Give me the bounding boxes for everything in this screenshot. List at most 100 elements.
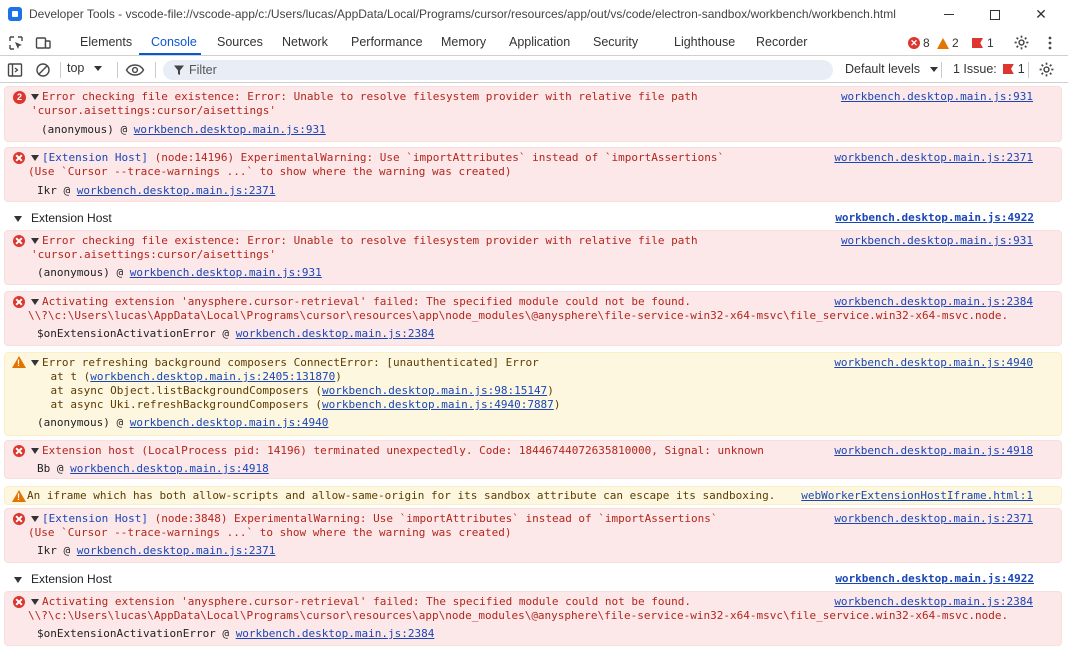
message-text: Activating extension 'anysphere.cursor-r… — [31, 595, 691, 609]
console-warning-message[interactable]: Error refreshing background composers Co… — [4, 352, 1062, 436]
message-text: An iframe which has both allow-scripts a… — [27, 489, 776, 502]
gear-icon[interactable] — [1013, 34, 1030, 51]
stack-frame: Bb @ workbench.desktop.main.js:4918 — [37, 462, 269, 475]
issue-flag-icon — [1002, 64, 1014, 74]
warning-counter[interactable]: 2 — [937, 36, 959, 50]
stack-frame-link[interactable]: workbench.desktop.main.js:2371 — [77, 544, 276, 557]
expand-caret-icon[interactable] — [31, 94, 39, 100]
toolbar-divider — [117, 62, 118, 78]
console-error-message[interactable]: [Extension Host] (node:14196) Experiment… — [4, 147, 1062, 202]
stack-frame-link[interactable]: workbench.desktop.main.js:4940 — [130, 416, 329, 429]
more-icon[interactable] — [1042, 35, 1058, 51]
toolbar-divider — [941, 62, 942, 78]
source-link[interactable]: workbench.desktop.main.js:931 — [841, 90, 1033, 104]
source-link[interactable]: workbench.desktop.main.js:931 — [841, 234, 1033, 248]
log-levels-dropdown[interactable]: Default levels — [845, 62, 938, 76]
sidebar-icon[interactable] — [7, 62, 23, 78]
filter-icon — [174, 65, 184, 75]
tab-memory[interactable]: Memory — [441, 29, 486, 56]
console-error-message[interactable]: 2 Error checking file existence: Error: … — [4, 86, 1062, 142]
chevron-down-icon — [929, 67, 938, 73]
source-link[interactable]: webWorkerExtensionHostIframe.html:1 — [801, 489, 1033, 503]
stack-line: at async Uki.refreshBackgroundComposers … — [24, 398, 561, 411]
tab-security[interactable]: Security — [593, 29, 638, 56]
stack-frame: (anonymous) @ workbench.desktop.main.js:… — [41, 123, 326, 136]
source-link[interactable]: workbench.desktop.main.js:2384 — [834, 295, 1033, 309]
tab-console[interactable]: Console — [151, 29, 197, 56]
expand-caret-icon[interactable] — [31, 360, 39, 366]
message-text: Extension host (LocalProcess pid: 14196)… — [31, 444, 764, 458]
window-title: Developer Tools - vscode-file://vscode-a… — [29, 7, 896, 21]
message-text-continued: 'cursor.aisettings:cursor/aisettings' — [31, 104, 277, 117]
tab-network[interactable]: Network — [282, 29, 328, 56]
expand-caret-icon[interactable] — [14, 577, 22, 583]
console-group-header[interactable]: Extension Host workbench.desktop.main.js… — [0, 208, 1068, 228]
issues-button[interactable]: 1 Issue: 1 — [953, 62, 1025, 76]
source-link[interactable]: workbench.desktop.main.js:2384 — [834, 595, 1033, 609]
filter-field[interactable] — [163, 60, 833, 80]
expand-caret-icon[interactable] — [31, 155, 39, 161]
tab-sources[interactable]: Sources — [217, 29, 263, 56]
source-link[interactable]: workbench.desktop.main.js:2371 — [834, 151, 1033, 165]
console-messages: 2 Error checking file existence: Error: … — [0, 84, 1068, 654]
console-group-header[interactable]: Extension Host workbench.desktop.main.js… — [0, 569, 1068, 589]
stack-frame: $onExtensionActivationError @ workbench.… — [37, 627, 435, 640]
error-icon — [13, 296, 25, 308]
maximize-button[interactable] — [972, 0, 1018, 29]
stack-frame-link[interactable]: workbench.desktop.main.js:4940:7887 — [322, 398, 554, 411]
source-link[interactable]: workbench.desktop.main.js:2371 — [834, 512, 1033, 526]
stack-frame-link[interactable]: workbench.desktop.main.js:931 — [134, 123, 326, 136]
tab-elements[interactable]: Elements — [80, 29, 132, 56]
console-error-message[interactable]: Error checking file existence: Error: Un… — [4, 230, 1062, 285]
console-error-message[interactable]: Activating extension 'anysphere.cursor-r… — [4, 291, 1062, 346]
tab-application[interactable]: Application — [509, 29, 570, 56]
console-error-message[interactable]: [Extension Host] (node:3848) Experimenta… — [4, 508, 1062, 563]
context-label: top — [67, 61, 85, 75]
stack-frame-link[interactable]: workbench.desktop.main.js:4918 — [70, 462, 269, 475]
expand-caret-icon[interactable] — [31, 516, 39, 522]
warning-count: 2 — [952, 36, 959, 50]
stack-frame: Ikr @ workbench.desktop.main.js:2371 — [37, 544, 276, 557]
stack-frame-link[interactable]: workbench.desktop.main.js:2384 — [236, 627, 435, 640]
tab-recorder[interactable]: Recorder — [756, 29, 807, 56]
expand-caret-icon[interactable] — [31, 238, 39, 244]
message-text: [Extension Host] (node:3848) Experimenta… — [31, 512, 718, 526]
eye-icon[interactable] — [125, 62, 145, 78]
context-selector[interactable]: top — [67, 61, 102, 79]
expand-caret-icon[interactable] — [14, 216, 22, 222]
stack-frame-link[interactable]: workbench.desktop.main.js:2384 — [236, 327, 435, 340]
console-warning-message[interactable]: An iframe which has both allow-scripts a… — [4, 486, 1062, 505]
error-counter[interactable]: ✕ 8 — [908, 36, 930, 50]
error-count: 8 — [923, 36, 930, 50]
expand-caret-icon[interactable] — [31, 599, 39, 605]
stack-frame-link[interactable]: workbench.desktop.main.js:2405:131870 — [90, 370, 335, 383]
devtools-icon — [8, 7, 22, 21]
gear-icon[interactable] — [1038, 61, 1055, 78]
stack-frame-link[interactable]: workbench.desktop.main.js:98:15147 — [322, 384, 547, 397]
close-button[interactable]: ✕ — [1018, 0, 1064, 29]
group-label: Extension Host — [31, 211, 112, 225]
expand-caret-icon[interactable] — [31, 448, 39, 454]
source-link[interactable]: workbench.desktop.main.js:4922 — [835, 572, 1034, 585]
minimize-button[interactable] — [926, 0, 972, 29]
title-bar: Developer Tools - vscode-file://vscode-a… — [0, 0, 1068, 29]
inspect-icon[interactable] — [8, 35, 24, 51]
message-text-continued: \\?\c:\Users\lucas\AppData\Local\Program… — [28, 609, 1009, 622]
source-link[interactable]: workbench.desktop.main.js:4940 — [834, 356, 1033, 370]
console-error-message[interactable]: Activating extension 'anysphere.cursor-r… — [4, 591, 1062, 646]
message-text: Error refreshing background composers Co… — [31, 356, 539, 370]
stack-frame-link[interactable]: workbench.desktop.main.js:2371 — [77, 184, 276, 197]
clear-icon[interactable] — [35, 62, 51, 78]
console-error-message[interactable]: Extension host (LocalProcess pid: 14196)… — [4, 440, 1062, 479]
issue-counter[interactable]: 1 — [972, 36, 994, 50]
filter-input[interactable] — [189, 60, 819, 80]
tab-performance[interactable]: Performance — [351, 29, 423, 56]
source-link[interactable]: workbench.desktop.main.js:4922 — [835, 211, 1034, 224]
expand-caret-icon[interactable] — [31, 299, 39, 305]
toolbar-divider — [1028, 62, 1029, 78]
device-toggle-icon[interactable] — [35, 35, 51, 51]
stack-frame-link[interactable]: workbench.desktop.main.js:931 — [130, 266, 322, 279]
tab-lighthouse[interactable]: Lighthouse — [674, 29, 735, 56]
source-link[interactable]: workbench.desktop.main.js:4918 — [834, 444, 1033, 458]
stack-frame: Ikr @ workbench.desktop.main.js:2371 — [37, 184, 276, 197]
